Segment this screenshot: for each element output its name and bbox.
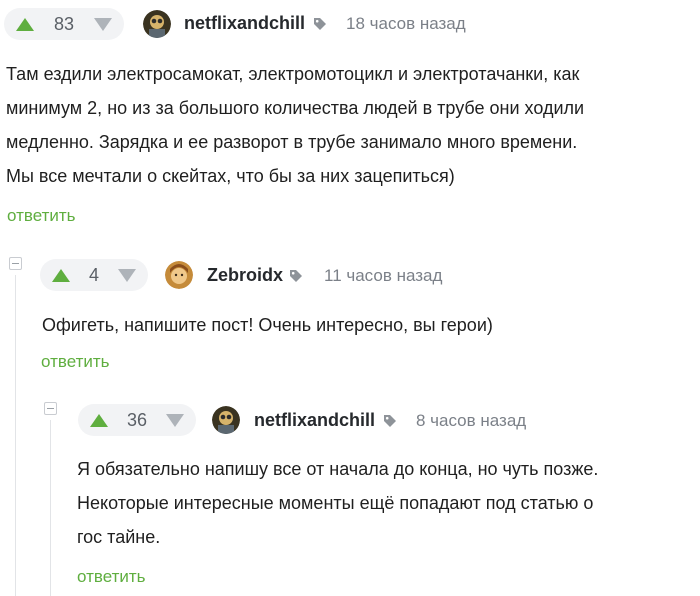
comment-line: Офигеть, напишите пост! Очень интересно,…	[42, 315, 493, 335]
score: 36	[126, 409, 148, 430]
timestamp: 11 часов назад	[324, 266, 443, 285]
comment-line: медленно. Зарядка и ее разворот в трубе …	[6, 132, 578, 152]
tag-icon	[314, 18, 326, 30]
tag-icon	[290, 270, 302, 282]
arrow-up-icon[interactable]	[52, 268, 70, 282]
arrow-up-icon[interactable]	[16, 17, 34, 31]
avatar[interactable]	[143, 10, 171, 38]
arrow-down-icon[interactable]	[117, 268, 136, 282]
arrow-down-icon[interactable]	[94, 17, 112, 31]
comment-line: Я обязательно напишу все от начала до ко…	[77, 459, 599, 479]
avatar[interactable]	[212, 406, 240, 434]
comment-text: Там ездили электросамокат, электромотоци…	[6, 57, 696, 193]
reply-link[interactable]: ответить	[7, 206, 76, 226]
vote-box: 36	[78, 404, 196, 436]
score: 4	[88, 264, 99, 285]
comment-line: Мы все мечтали о скейтах, что бы за них …	[6, 166, 455, 186]
username[interactable]: Zebroidx	[207, 265, 283, 286]
comment-text: Я обязательно напишу все от начала до ко…	[77, 452, 697, 554]
score: 83	[53, 13, 75, 34]
comment-line: гос тайне.	[77, 527, 161, 547]
arrow-down-icon[interactable]	[166, 413, 184, 427]
timestamp: 8 часов назад	[416, 411, 527, 430]
comment-text: Офигеть, напишите пост! Очень интересно,…	[42, 308, 692, 342]
thread-line-level2	[50, 420, 51, 596]
username[interactable]: netflixandchill	[184, 13, 305, 34]
reply-link[interactable]: ответить	[77, 567, 146, 587]
comment-line: минимум 2, но из за большого количества …	[6, 98, 585, 118]
thread-line-level1	[15, 275, 16, 596]
vote-box: 4	[40, 259, 148, 291]
reply-link[interactable]: ответить	[41, 352, 110, 372]
comment-line: Некоторые интересные моменты ещё попадаю…	[77, 493, 594, 513]
timestamp: 18 часов назад	[346, 14, 466, 33]
collapse-thread-button[interactable]	[9, 257, 22, 270]
vote-box: 83	[4, 8, 124, 40]
avatar[interactable]	[165, 261, 193, 289]
collapse-thread-button[interactable]	[44, 402, 57, 415]
username[interactable]: netflixandchill	[254, 410, 375, 431]
tag-icon	[384, 415, 396, 427]
comment-line: Там ездили электросамокат, электромотоци…	[6, 64, 580, 84]
arrow-up-icon[interactable]	[90, 413, 108, 427]
